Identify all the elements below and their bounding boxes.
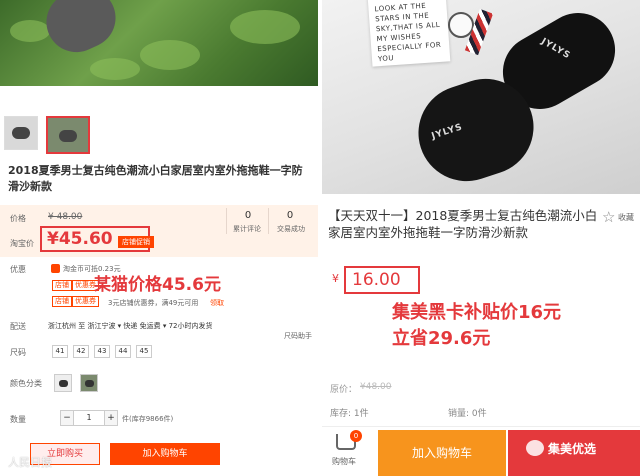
- original-price-label: 原价：: [330, 385, 358, 395]
- size-option[interactable]: 44: [115, 345, 131, 358]
- shipping-label: 配送: [10, 322, 26, 331]
- right-product-page: LOOK AT THE STARS IN THE SKY,THAT IS ALL…: [322, 0, 640, 476]
- color-label: 颜色分类: [10, 379, 42, 388]
- annotation-right-line1: 集美黑卡补贴价16元: [392, 302, 562, 323]
- current-price: 16.00: [352, 270, 401, 290]
- slipper-image: [36, 0, 126, 62]
- size-label: 尺码: [10, 348, 26, 357]
- sales-count: 销量: 0件: [448, 409, 487, 419]
- size-option[interactable]: 42: [73, 345, 89, 358]
- add-to-cart-button[interactable]: 加入购物车: [110, 443, 220, 465]
- quantity-label: 数量: [10, 415, 26, 424]
- youhui-label: 优惠: [10, 265, 26, 274]
- coupon-desc: 3元店铺优惠券，满49元可用: [108, 299, 199, 307]
- color-swatch-2[interactable]: [80, 374, 98, 392]
- shipping-value[interactable]: 浙江杭州 至 浙江宁波 ▾ 快递 免运费 ▾ 72小时内发货: [48, 321, 213, 331]
- stock-count: 库存: 1件: [330, 409, 369, 419]
- review-label[interactable]: 累计评论: [222, 224, 272, 234]
- original-price: ¥ 48.00: [48, 212, 83, 222]
- promo-badge: 店铺促销: [118, 236, 154, 248]
- stock-note: 件(库存9866件): [122, 415, 174, 423]
- watermark-right: 集美优选: [548, 442, 597, 456]
- wechat-icon: [526, 440, 544, 456]
- product-main-image: LOOK AT THE STARS IN THE SKY,THAT IS ALL…: [322, 0, 640, 194]
- annotation-right-line2: 立省29.6元: [392, 328, 491, 349]
- price-label: 价格: [10, 214, 26, 223]
- quote-card: LOOK AT THE STARS IN THE SKY,THAT IS ALL…: [367, 0, 451, 67]
- original-price: ¥48.00: [360, 382, 392, 392]
- sales-count: 0: [286, 210, 294, 221]
- star-icon[interactable]: ☆: [602, 208, 615, 226]
- price-currency: ¥: [332, 272, 339, 285]
- quantity-value[interactable]: 1: [74, 410, 104, 426]
- size-option[interactable]: 45: [136, 345, 152, 358]
- product-title: 【天天双十一】2018夏季男士复古纯色潮流小白家居室内室外拖拖鞋一字防滑沙新款: [328, 208, 598, 240]
- size-option[interactable]: 43: [94, 345, 110, 358]
- tag-shop-2: 店铺: [52, 296, 72, 307]
- watermark-left: 人民日报: [8, 456, 52, 469]
- annotation-left: 某猫价格45.6元: [94, 275, 221, 295]
- left-product-page: 2018夏季男士复古纯色潮流小白家居室内室外拖拖鞋一字防滑沙新款 价格 ¥ 48…: [0, 0, 318, 476]
- add-to-cart-button[interactable]: 加入购物车: [378, 430, 506, 476]
- review-count: 0: [244, 210, 252, 221]
- cart-badge: 0: [350, 430, 362, 442]
- thumbnail-strip: [0, 116, 318, 156]
- color-swatch-1[interactable]: [54, 374, 72, 392]
- favorite-label[interactable]: 收藏: [618, 212, 634, 223]
- thumbnail-2-selected[interactable]: [46, 116, 90, 154]
- tag-coupon-2: 优惠券: [72, 296, 99, 307]
- receive-link[interactable]: 领取: [210, 298, 224, 308]
- current-price: ¥45.60: [47, 229, 113, 249]
- sales-label: 交易成功: [277, 225, 305, 233]
- cart-label[interactable]: 购物车: [332, 456, 356, 467]
- quantity-increment[interactable]: +: [104, 410, 118, 426]
- product-title: 2018夏季男士复古纯色潮流小白家居室内室外拖拖鞋一字防滑沙新款: [8, 164, 303, 193]
- quantity-decrement[interactable]: −: [60, 410, 74, 426]
- quote-card-text: LOOK AT THE STARS IN THE SKY,THAT IS ALL…: [374, 1, 442, 64]
- size-option[interactable]: 41: [52, 345, 68, 358]
- coin-icon: [51, 264, 60, 273]
- tag-shop-1: 店铺: [52, 280, 72, 291]
- product-main-image: [0, 0, 318, 86]
- size-chart-link[interactable]: 尺码助手: [284, 331, 312, 341]
- taobao-price-label: 淘宝价: [10, 239, 34, 248]
- thumbnail-1[interactable]: [4, 116, 38, 150]
